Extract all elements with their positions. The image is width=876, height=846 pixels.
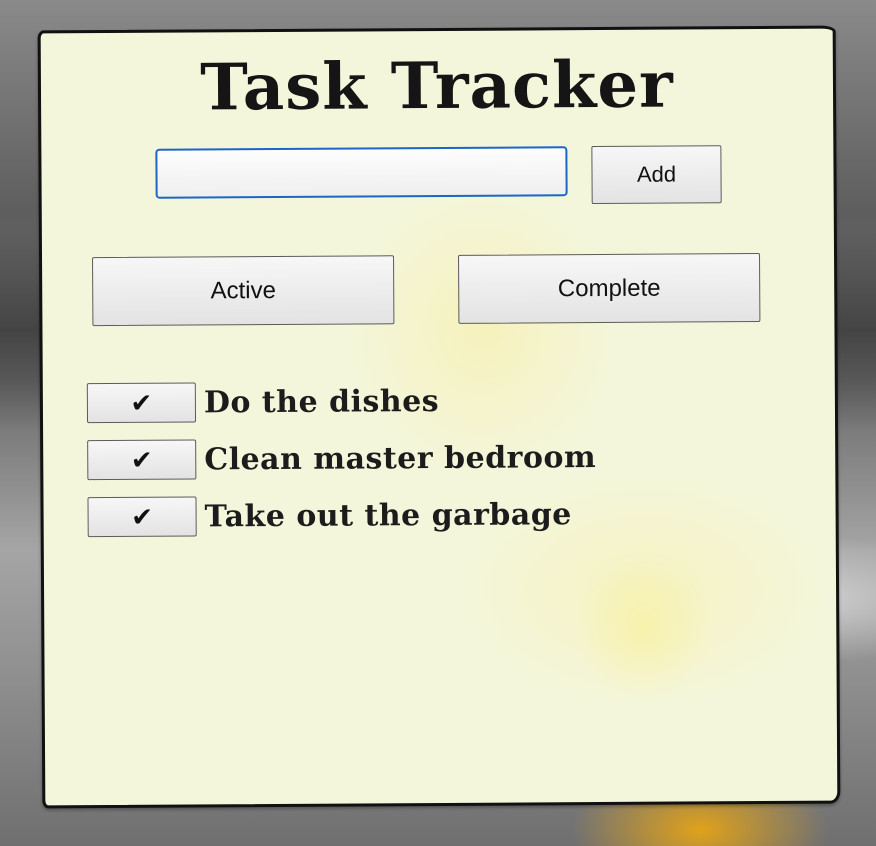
task-label: Take out the garbage [204, 496, 572, 534]
task-list: ✔ Do the dishes ✔ Clean master bedroom ✔… [86, 380, 597, 554]
add-button[interactable]: Add [591, 145, 722, 205]
complete-task-button[interactable]: ✔ [87, 439, 197, 481]
checkmark-icon: ✔ [131, 501, 154, 532]
checkmark-icon: ✔ [130, 387, 153, 418]
task-item: ✔ Take out the garbage [87, 494, 596, 538]
complete-filter-button[interactable]: Complete [458, 253, 761, 324]
task-item: ✔ Do the dishes [86, 380, 596, 424]
task-tracker-card: Task Tracker Add Active Complete ✔ Do th… [37, 25, 841, 809]
complete-task-button[interactable]: ✔ [86, 382, 197, 424]
active-filter-button[interactable]: Active [92, 255, 395, 327]
task-label: Do the dishes [203, 383, 440, 420]
checkmark-icon: ✔ [130, 444, 153, 475]
task-label: Clean master bedroom [204, 439, 597, 477]
task-item: ✔ Clean master bedroom [87, 437, 597, 481]
page-title: Task Tracker [199, 47, 674, 126]
new-task-input[interactable] [155, 146, 568, 199]
complete-task-button[interactable]: ✔ [87, 496, 197, 538]
